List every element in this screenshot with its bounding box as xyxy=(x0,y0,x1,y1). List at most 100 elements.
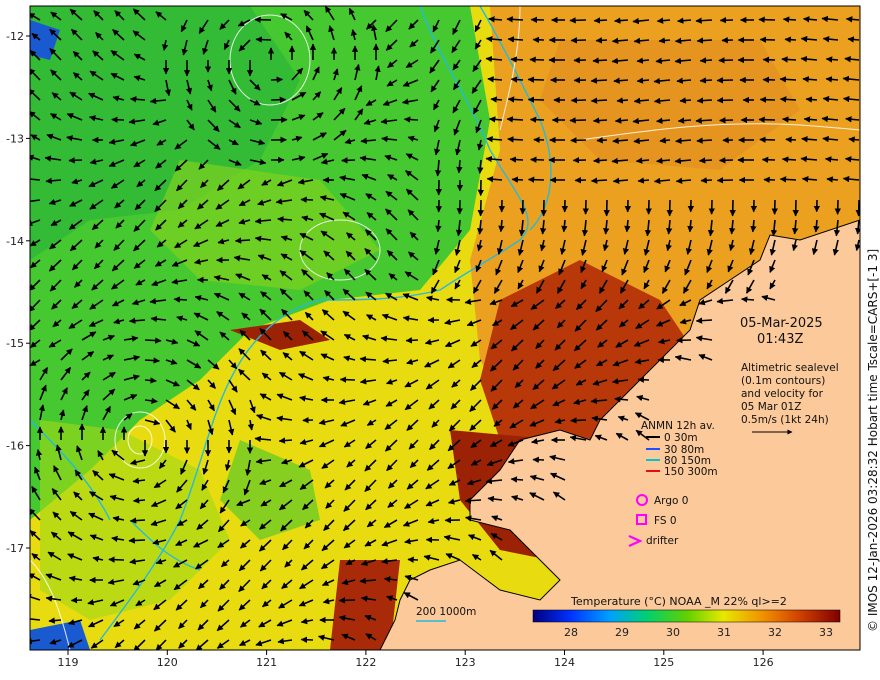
velocity-arrow xyxy=(527,76,545,83)
legend-item-label: 150 300m xyxy=(664,466,718,478)
velocity-arrow xyxy=(129,517,146,524)
fs-label: FS 0 xyxy=(654,515,677,527)
velocity-arrow xyxy=(758,116,776,123)
velocity-arrow xyxy=(595,37,608,44)
velocity-arrow xyxy=(507,36,524,43)
velocity-arrow xyxy=(785,136,797,143)
lon-tick-label: 125 xyxy=(653,656,674,669)
map-date: 05-Mar-2025 xyxy=(740,316,823,331)
velocity-arrow xyxy=(695,17,713,24)
velocity-arrow xyxy=(570,97,587,104)
velocity-arrow xyxy=(695,117,713,124)
velocity-arrow xyxy=(509,156,524,163)
velocity-arrow xyxy=(527,96,545,103)
velocity-arrow xyxy=(779,76,797,83)
velocity-arrow xyxy=(784,36,797,43)
velocity-arrow xyxy=(278,437,293,444)
velocity-arrow xyxy=(696,97,713,104)
lon-tick-label: 122 xyxy=(355,656,376,669)
velocity-arrow xyxy=(847,36,860,43)
velocity-arrow xyxy=(255,36,272,43)
plot-area xyxy=(30,6,860,650)
bathymetry-label: 200 1000m xyxy=(416,606,476,618)
velocity-arrow xyxy=(759,36,776,43)
lat-tick-label: -12 xyxy=(6,30,24,43)
velocity-arrow xyxy=(718,57,734,64)
colorbar-tick-label: 28 xyxy=(564,626,578,639)
velocity-arrow xyxy=(464,497,482,504)
velocity-arrow xyxy=(507,96,524,103)
velocity-arrow xyxy=(759,136,776,143)
velocity-arrow xyxy=(716,97,734,104)
velocity-arrow xyxy=(510,56,524,63)
lon-tick-label: 123 xyxy=(455,656,476,669)
velocity-arrow xyxy=(779,96,797,103)
velocity-arrow xyxy=(339,376,356,383)
velocity-arrow xyxy=(144,357,160,364)
velocity-arrow xyxy=(699,57,713,64)
map-time: 01:43Z xyxy=(757,332,803,347)
velocity-arrow xyxy=(527,176,545,183)
velocity-arrow xyxy=(781,156,797,163)
velocity-arrow xyxy=(338,597,356,604)
velocity-arrow xyxy=(637,376,650,383)
velocity-arrow xyxy=(659,137,671,144)
velocity-arrow xyxy=(570,417,587,424)
velocity-arrow xyxy=(782,16,797,23)
description-line: Altimetric sealevel xyxy=(741,362,839,374)
latitude-axis: -12 -13 -14 -15 -16 -17 xyxy=(6,30,30,555)
velocity-arrow xyxy=(716,77,734,84)
argo-label: Argo 0 xyxy=(654,495,688,507)
lat-tick-label: -15 xyxy=(6,337,24,350)
velocity-arrow xyxy=(718,157,734,164)
velocity-arrow xyxy=(570,137,587,144)
velocity-arrow xyxy=(403,116,419,123)
legend-item-label: 0 30m xyxy=(664,432,698,444)
velocity-arrow xyxy=(173,296,188,303)
velocity-arrow xyxy=(593,17,608,24)
velocity-arrow xyxy=(570,37,587,44)
velocity-arrow xyxy=(144,377,157,384)
velocity-arrow xyxy=(614,117,629,124)
velocity-arrow xyxy=(716,177,734,184)
credit-text: © IMOS 12-Jan-2026 03:28:32 Hobart time … xyxy=(866,249,880,632)
velocity-arrow xyxy=(144,337,162,344)
velocity-arrow xyxy=(506,16,524,23)
velocity-arrow xyxy=(759,96,776,103)
velocity-arrow xyxy=(593,157,608,164)
colorbar-tick-label: 33 xyxy=(819,626,833,639)
velocity-arrow xyxy=(590,97,608,104)
lat-tick-label: -14 xyxy=(6,235,24,248)
colorbar-tick-label: 30 xyxy=(666,626,680,639)
velocity-arrow xyxy=(70,597,83,604)
velocity-arrow xyxy=(826,176,839,183)
description-line: 0.5m/s (1kt 24h) xyxy=(741,414,829,426)
drifter-label: drifter xyxy=(646,535,679,547)
velocity-arrow xyxy=(719,117,734,124)
velocity-arrow xyxy=(506,116,524,123)
velocity-arrow xyxy=(696,137,713,144)
colorbar-tick-label: 31 xyxy=(717,626,731,639)
velocity-arrow xyxy=(405,337,419,344)
velocity-arrow xyxy=(407,556,419,563)
lat-tick-label: -17 xyxy=(6,542,24,555)
velocity-arrow xyxy=(490,96,503,103)
lon-tick-label: 121 xyxy=(256,656,277,669)
velocity-arrow xyxy=(300,196,314,203)
velocity-arrow xyxy=(740,296,755,303)
velocity-arrow xyxy=(128,537,146,544)
velocity-arrow xyxy=(590,77,608,84)
sst-current-map: 119 120 121 122 123 124 125 126 -12 -13 -14 -15 -16… xyxy=(6,5,880,669)
velocity-arrow xyxy=(696,37,713,44)
velocity-arrow xyxy=(510,476,524,483)
description-line: and velocity for xyxy=(741,388,824,400)
description-line: (0.1m contours) xyxy=(741,375,825,387)
velocity-arrow xyxy=(592,117,608,124)
velocity-arrow xyxy=(700,177,713,184)
velocity-arrow xyxy=(699,77,713,84)
velocity-arrow xyxy=(68,157,83,164)
velocity-arrow xyxy=(698,157,713,164)
legend-title: ANMN 12h av. xyxy=(641,420,715,432)
velocity-arrow xyxy=(803,116,818,123)
velocity-arrow xyxy=(695,317,713,324)
